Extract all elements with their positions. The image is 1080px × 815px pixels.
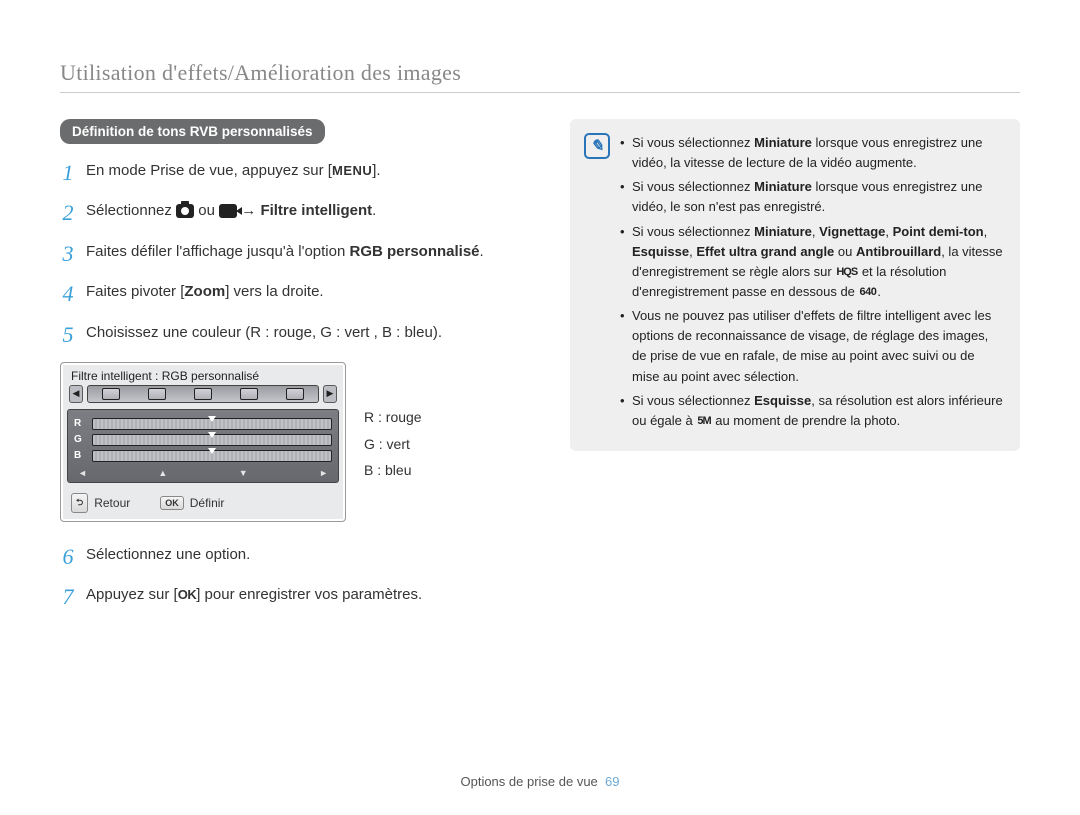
step-text: Sélectionnez une option. <box>86 544 250 570</box>
page-number: 69 <box>605 774 619 789</box>
step-4: 4 Faites pivoter [Zoom] vers la droite. <box>60 281 530 307</box>
info-item: Si vous sélectionnez Esquisse, sa résolu… <box>620 391 1004 431</box>
left-column: Définition de tons RVB personnalisés 1 E… <box>60 119 530 625</box>
step-number: 4 <box>60 281 76 307</box>
rgb-settings-panel: Filtre intelligent : RGB personnalisé ◀ … <box>60 362 346 522</box>
footer-label: Options de prise de vue <box>460 774 597 789</box>
step-2: 2 Sélectionnez ou → Filtre intelligent. <box>60 200 530 226</box>
step-1: 1 En mode Prise de vue, appuyez sur [MEN… <box>60 160 530 186</box>
ok-key-label: OK <box>178 587 197 602</box>
info-list: Si vous sélectionnez Miniature lorsque v… <box>620 133 1004 435</box>
step-number: 5 <box>60 322 76 348</box>
info-item: Si vous sélectionnez Miniature lorsque v… <box>620 133 1004 173</box>
slider-b[interactable] <box>92 450 332 462</box>
camera-mode-icon <box>176 204 194 218</box>
step-number: 1 <box>60 160 76 186</box>
legend-b: B : bleu <box>364 457 422 484</box>
step-text: Appuyez sur [OK] pour enregistrer vos pa… <box>86 584 422 610</box>
steps-list-continued: 6 Sélectionnez une option. 7 Appuyez sur… <box>60 544 530 611</box>
info-item: Si vous sélectionnez Miniature lorsque v… <box>620 177 1004 217</box>
resolution-640-icon: 640 <box>859 284 878 301</box>
filter-intelligent-label: Filtre intelligent <box>260 202 372 219</box>
step-7: 7 Appuyez sur [OK] pour enregistrer vos … <box>60 584 530 610</box>
page-footer: Options de prise de vue 69 <box>0 774 1080 789</box>
toolbar-presets[interactable] <box>87 385 319 403</box>
nav-right-icon: ► <box>319 468 328 478</box>
back-label: Retour <box>94 496 130 510</box>
info-item: Si vous sélectionnez Miniature, Vignetta… <box>620 222 1004 303</box>
slider-label-b: B <box>74 450 86 461</box>
slider-g[interactable] <box>92 434 332 446</box>
zoom-label: Zoom <box>184 283 225 300</box>
set-button[interactable]: OK Définir <box>160 493 224 513</box>
section-heading: Définition de tons RVB personnalisés <box>60 119 325 144</box>
step-number: 2 <box>60 200 76 226</box>
record-speed-icon: HQS <box>835 264 858 281</box>
nav-down-icon: ▼ <box>239 468 248 478</box>
step-text: En mode Prise de vue, appuyez sur [MENU]… <box>86 160 381 186</box>
rgb-personnalise-label: RGB personnalisé <box>349 243 479 260</box>
page-title: Utilisation d'effets/Amélioration des im… <box>60 60 1020 86</box>
nav-up-icon: ▲ <box>158 468 167 478</box>
info-box: ✎ Si vous sélectionnez Miniature lorsque… <box>570 119 1020 451</box>
step-text: Faites pivoter [Zoom] vers la droite. <box>86 281 324 307</box>
menu-key-label: MENU <box>332 163 372 178</box>
back-key-icon: ⮌ <box>71 493 88 513</box>
nav-left-icon: ◄ <box>78 468 87 478</box>
step-text: Sélectionnez ou → Filtre intelligent. <box>86 200 376 226</box>
right-column: ✎ Si vous sélectionnez Miniature lorsque… <box>570 119 1020 625</box>
step-number: 3 <box>60 241 76 267</box>
slider-row-g: G <box>74 434 332 446</box>
video-mode-icon <box>219 204 237 218</box>
nav-indicators: ◄ ▲ ▼ ► <box>74 466 332 478</box>
step-text: Choisissez une couleur (R : rouge, G : v… <box>86 322 442 348</box>
step-number: 6 <box>60 544 76 570</box>
step-number: 7 <box>60 584 76 610</box>
panel-title: Filtre intelligent : RGB personnalisé <box>61 363 345 385</box>
slider-r[interactable] <box>92 418 332 430</box>
step-5: 5 Choisissez une couleur (R : rouge, G :… <box>60 322 530 348</box>
slider-row-r: R <box>74 418 332 430</box>
set-label: Définir <box>190 496 225 510</box>
info-item: Vous ne pouvez pas utiliser d'effets de … <box>620 306 1004 387</box>
step-text: Faites défiler l'affichage jusqu'à l'opt… <box>86 241 484 267</box>
panel-footer: ⮌ Retour OK Définir <box>61 487 345 521</box>
steps-list: 1 En mode Prise de vue, appuyez sur [MEN… <box>60 160 530 348</box>
panel-toolbar: ◀ ▶ <box>61 385 345 407</box>
info-icon: ✎ <box>584 133 610 159</box>
toolbar-prev-icon[interactable]: ◀ <box>69 385 83 403</box>
legend-r: R : rouge <box>364 404 422 431</box>
step-6: 6 Sélectionnez une option. <box>60 544 530 570</box>
slider-label-g: G <box>74 434 86 445</box>
toolbar-next-icon[interactable]: ▶ <box>323 385 337 403</box>
slider-row-b: B <box>74 450 332 462</box>
title-divider <box>60 92 1020 93</box>
rgb-legend: R : rouge G : vert B : bleu <box>364 362 422 522</box>
slider-label-r: R <box>74 418 86 429</box>
rgb-slider-area: R G B ◄ ▲ <box>67 409 339 483</box>
legend-g: G : vert <box>364 431 422 458</box>
step-3: 3 Faites défiler l'affichage jusqu'à l'o… <box>60 241 530 267</box>
back-button[interactable]: ⮌ Retour <box>71 493 130 513</box>
resolution-5m-icon: 5M <box>696 413 711 430</box>
ok-key-icon: OK <box>160 496 184 510</box>
